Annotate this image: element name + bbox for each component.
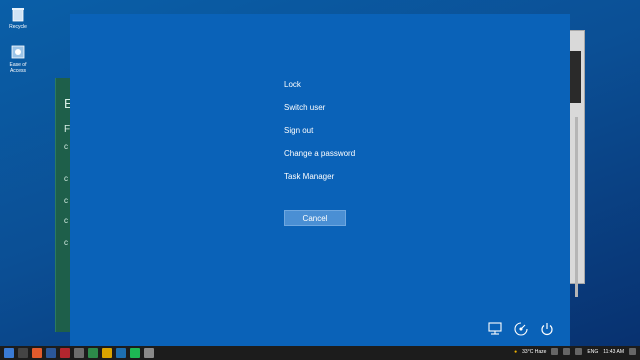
system-tray: ● 33°C Haze ENG 11:43 AM: [514, 348, 636, 355]
tray-icon[interactable]: [551, 348, 559, 355]
security-options-screen: Lock Switch user Sign out Change a passw…: [70, 14, 570, 346]
weather-text[interactable]: 33°C Haze: [522, 349, 546, 355]
app-icon[interactable]: [74, 348, 84, 358]
notification-icon[interactable]: [629, 348, 636, 355]
task-manager-option[interactable]: Task Manager: [284, 172, 334, 182]
clock[interactable]: 11:43 AM: [603, 349, 624, 355]
word-icon[interactable]: [46, 348, 56, 358]
lock-option[interactable]: Lock: [284, 80, 301, 90]
background-letter: c: [64, 142, 68, 151]
tray-icon[interactable]: [563, 348, 571, 355]
security-options-menu: Lock Switch user Sign out Change a passw…: [284, 80, 355, 195]
app-icon[interactable]: [102, 348, 112, 358]
recycle-bin-icon: [10, 6, 26, 22]
language-indicator[interactable]: ENG: [587, 349, 598, 355]
app-icon[interactable]: [130, 348, 140, 358]
app-icon[interactable]: [144, 348, 154, 358]
app-icon[interactable]: [60, 348, 70, 358]
weather-icon[interactable]: ●: [514, 349, 517, 355]
taskbar-apps: [4, 348, 154, 358]
search-icon[interactable]: [18, 348, 28, 358]
sign-out-option[interactable]: Sign out: [284, 126, 313, 136]
desktop-icon-label: Ease of Access: [9, 62, 27, 74]
network-icon[interactable]: [486, 320, 504, 338]
taskbar: ● 33°C Haze ENG 11:43 AM: [0, 346, 640, 360]
power-icon[interactable]: [538, 320, 556, 338]
switch-user-option[interactable]: Switch user: [284, 103, 325, 113]
desktop-icon-recycle[interactable]: Recycle: [4, 6, 32, 30]
app-icon[interactable]: [88, 348, 98, 358]
desktop-icon-ease-of-access[interactable]: Ease of Access: [4, 44, 32, 74]
start-icon[interactable]: [4, 348, 14, 358]
background-letter: c: [64, 238, 68, 247]
background-letter: c: [64, 216, 68, 225]
background-window-panel: [569, 51, 581, 103]
ease-of-access-icon[interactable]: [512, 320, 530, 338]
cancel-button[interactable]: Cancel: [284, 210, 346, 226]
desktop-icon-label: Recycle: [9, 24, 27, 30]
app-icon[interactable]: [116, 348, 126, 358]
application-icon: [10, 44, 26, 60]
corner-icons: [486, 320, 556, 338]
tray-icon[interactable]: [575, 348, 583, 355]
background-letter: c: [64, 174, 68, 183]
scrollbar-track: [575, 117, 578, 297]
background-letter: c: [64, 196, 68, 205]
change-password-option[interactable]: Change a password: [284, 149, 355, 159]
browser-icon[interactable]: [32, 348, 42, 358]
